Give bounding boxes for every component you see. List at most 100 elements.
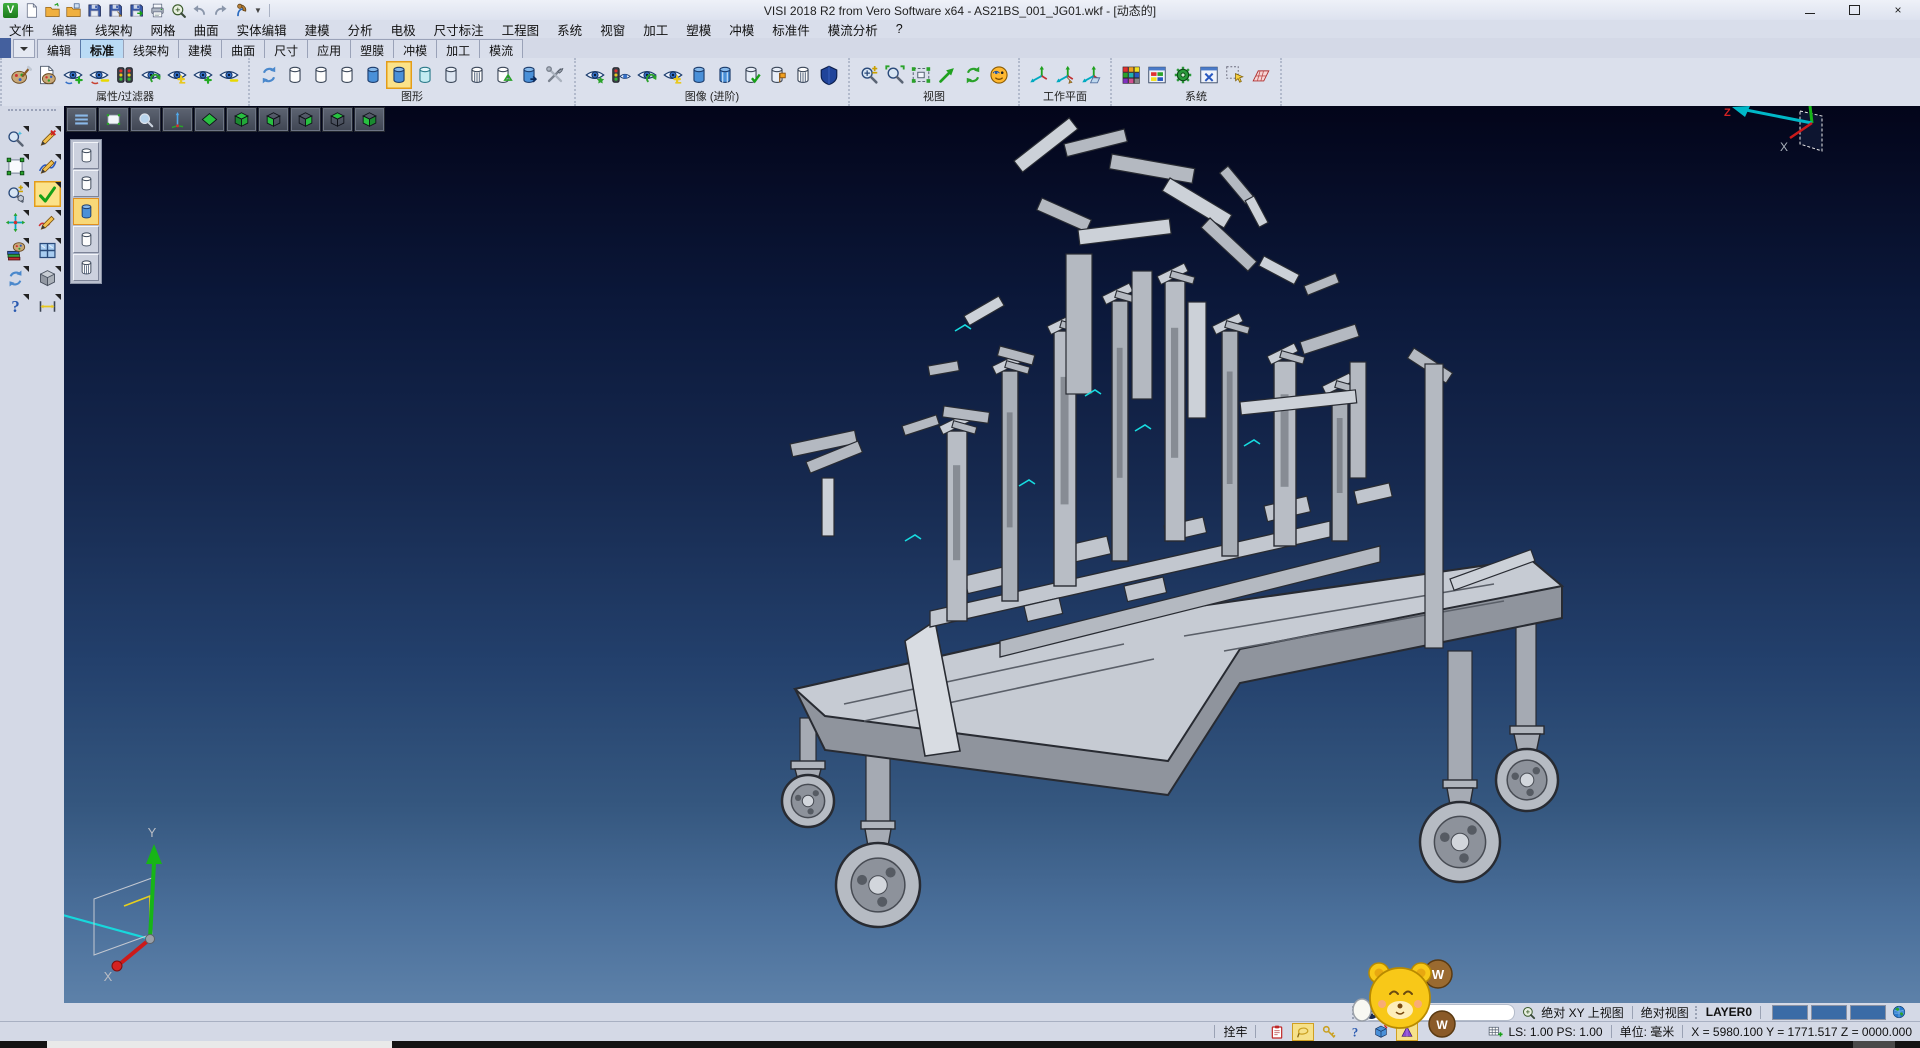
menu-item-7[interactable]: 分析 <box>339 20 382 39</box>
export-floppy-icon[interactable] <box>127 1 146 19</box>
measure-width-icon[interactable] <box>34 293 61 319</box>
eye-refresh-icon[interactable] <box>634 61 660 89</box>
menu-item-18[interactable]: ? <box>887 22 912 36</box>
cyl-copy-icon[interactable] <box>516 61 542 89</box>
menu-item-8[interactable]: 电极 <box>382 20 425 39</box>
cyl-blue-icon[interactable] <box>73 198 99 225</box>
cyl-flag-icon[interactable] <box>764 61 790 89</box>
menu-item-14[interactable]: 塑模 <box>677 20 720 39</box>
cube-top-solid-icon[interactable] <box>194 107 225 132</box>
mag-arrows-icon[interactable] <box>882 61 908 89</box>
eye-plus-icon[interactable] <box>190 61 216 89</box>
search-icon[interactable] <box>1517 1003 1539 1021</box>
maximize-button[interactable] <box>1832 0 1876 20</box>
store-icon[interactable] <box>232 1 251 19</box>
lasso-yellow-icon[interactable] <box>1292 1023 1314 1041</box>
attr-page-icon[interactable] <box>34 61 60 89</box>
cyl-striped-icon[interactable] <box>464 61 490 89</box>
globe-icon[interactable] <box>1888 1003 1910 1021</box>
cyl-striped-icon[interactable] <box>73 254 99 281</box>
traffic-eye-icon[interactable] <box>608 61 634 89</box>
cyl-outline-icon[interactable] <box>73 170 99 197</box>
active-layer-label[interactable]: LAYER0 <box>1706 1005 1752 1019</box>
menu-item-6[interactable]: 建模 <box>296 20 339 39</box>
mag-pm-icon[interactable] <box>856 61 882 89</box>
books-palette-icon[interactable] <box>2 237 29 263</box>
cyl-blue-icon[interactable] <box>386 61 412 89</box>
minimize-button[interactable] <box>1788 0 1832 20</box>
attr-brush-icon[interactable] <box>8 61 34 89</box>
key-gold-icon[interactable] <box>1318 1023 1340 1041</box>
tools-cross-icon[interactable] <box>542 61 568 89</box>
ribbon-tab-编辑[interactable]: 编辑 <box>37 39 81 58</box>
window-palette-icon[interactable] <box>1144 61 1170 89</box>
clipboard-red-icon[interactable] <box>1266 1023 1288 1041</box>
save-as-floppy-icon[interactable] <box>106 1 125 19</box>
preview-magnifier-icon[interactable] <box>169 1 188 19</box>
menu-item-1[interactable]: 编辑 <box>43 20 86 39</box>
cyl-blue-icon[interactable] <box>360 61 386 89</box>
cyl-outline-icon[interactable] <box>73 226 99 253</box>
cube-front-icon[interactable] <box>354 107 385 132</box>
eye-plus-minus-icon[interactable] <box>660 61 686 89</box>
cyl-check-icon[interactable] <box>738 61 764 89</box>
3d-model[interactable] <box>782 118 1562 927</box>
frame-ratio-icon[interactable] <box>908 61 934 89</box>
cyl-cyan-icon[interactable] <box>412 61 438 89</box>
ribbon-tab-冲模[interactable]: 冲模 <box>393 39 437 58</box>
cube-top-icon[interactable] <box>322 107 353 132</box>
layer-swatch-1[interactable] <box>1811 1005 1847 1020</box>
hamburger-icon[interactable] <box>66 107 97 132</box>
menu-item-5[interactable]: 实体编辑 <box>228 20 296 39</box>
ribbon-tab-线架构[interactable]: 线架构 <box>123 39 179 58</box>
eye-minus-icon[interactable] <box>216 61 242 89</box>
pencil-wave-icon[interactable] <box>34 209 61 235</box>
taskbar-window-segment[interactable] <box>47 1041 392 1048</box>
cyl-blue-icon[interactable] <box>686 61 712 89</box>
new-page-icon[interactable] <box>22 1 41 19</box>
ribbon-tab-建模[interactable]: 建模 <box>178 39 222 58</box>
menu-item-11[interactable]: 系统 <box>548 20 591 39</box>
menu-item-10[interactable]: 工程图 <box>493 20 549 39</box>
ribbon-tab-加工[interactable]: 加工 <box>436 39 480 58</box>
pencil-spline-icon[interactable] <box>34 153 61 179</box>
mag-pm-cube-icon[interactable] <box>2 181 29 207</box>
close-button[interactable]: × <box>1876 0 1920 20</box>
grid-plus-icon[interactable] <box>1484 1023 1506 1041</box>
cube-iso-icon[interactable] <box>226 107 257 132</box>
grid-red-icon[interactable] <box>1248 61 1274 89</box>
open-plus-icon[interactable] <box>64 1 83 19</box>
cyl-outline-icon[interactable] <box>334 61 360 89</box>
axis-pencil-icon[interactable] <box>1052 61 1078 89</box>
ribbon-tab-塑膜[interactable]: 塑膜 <box>350 39 394 58</box>
cube-right-icon[interactable] <box>290 107 321 132</box>
cyl-light-icon[interactable] <box>438 61 464 89</box>
mag-view-icon[interactable] <box>130 107 161 132</box>
cyl-striped-icon[interactable] <box>790 61 816 89</box>
window-panes-icon[interactable] <box>34 237 61 263</box>
menu-item-16[interactable]: 标准件 <box>763 20 819 39</box>
view-mode-label[interactable]: 绝对 XY 上视图 <box>1541 1004 1623 1021</box>
menu-item-15[interactable]: 冲模 <box>720 20 763 39</box>
viewport-canvas[interactable]: Y X Z X <box>64 106 1920 1003</box>
print-icon[interactable] <box>148 1 167 19</box>
eye-refresh-icon[interactable] <box>138 61 164 89</box>
window-x-icon[interactable] <box>1196 61 1222 89</box>
ribbon-tab-尺寸[interactable]: 尺寸 <box>264 39 308 58</box>
cyl-recycle-icon[interactable] <box>490 61 516 89</box>
redo-icon[interactable] <box>211 1 230 19</box>
gear-green-icon[interactable] <box>1170 61 1196 89</box>
taskbar-segment[interactable] <box>1853 1041 1895 1048</box>
refresh-green-icon[interactable] <box>960 61 986 89</box>
shield-blue-icon[interactable] <box>816 61 842 89</box>
eye-remove-icon[interactable] <box>86 61 112 89</box>
snap-lock-label[interactable]: 拴牢 <box>1223 1023 1247 1040</box>
cube-left-icon[interactable] <box>258 107 289 132</box>
open-folder-icon[interactable] <box>43 1 62 19</box>
question-mark-icon[interactable]: ? <box>2 293 29 319</box>
toolbar-drag-handle[interactable] <box>8 109 56 119</box>
eye-add-icon[interactable] <box>60 61 86 89</box>
menu-item-2[interactable]: 线架构 <box>86 20 142 39</box>
axes-move-icon[interactable] <box>2 209 29 235</box>
menu-item-3[interactable]: 网格 <box>142 20 185 39</box>
